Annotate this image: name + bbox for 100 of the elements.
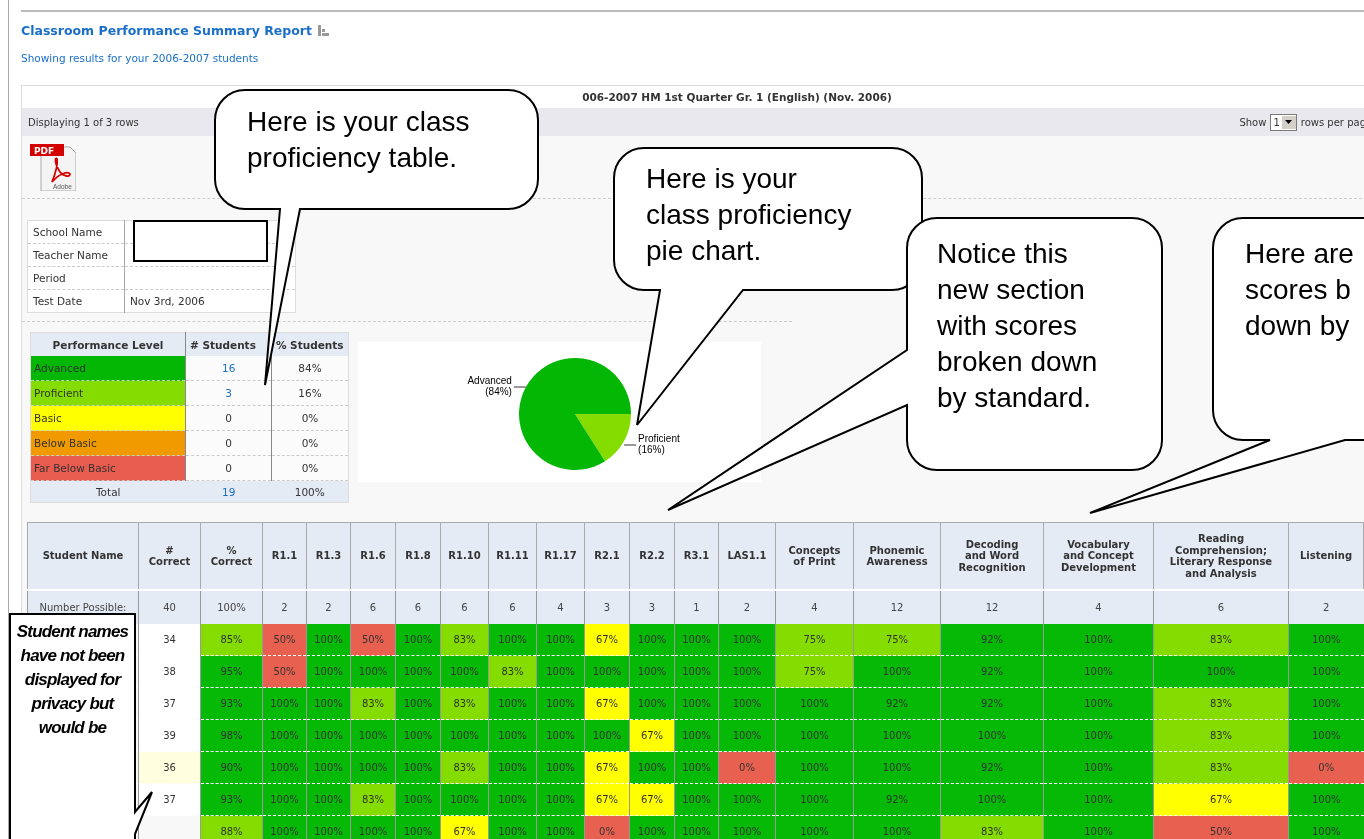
- percent-cell: 0%: [271, 430, 349, 456]
- column-header: Listening: [1288, 522, 1364, 590]
- field-value: Nov 3rd, 2006: [130, 295, 205, 307]
- rows-per-page-select[interactable]: 1: [1270, 113, 1297, 131]
- report-subtitle: Showing results for your 2006-2007 students: [21, 52, 260, 65]
- score-cell: 83%: [440, 624, 489, 656]
- score-cell: 100%: [395, 655, 441, 688]
- score-cell: 50%: [262, 624, 307, 656]
- score-cell: 100%: [536, 655, 585, 688]
- column-header: R2.2: [629, 522, 675, 590]
- score-cell: 100%: [1043, 751, 1154, 784]
- score-cell: 100%: [1043, 687, 1154, 720]
- correct-cell: 38: [138, 655, 201, 688]
- score-cell: 100%: [395, 751, 441, 784]
- possible-cell: 6: [350, 590, 396, 624]
- possible-cell: 1: [674, 590, 719, 624]
- count-cell[interactable]: 16: [185, 356, 272, 381]
- possible-cell: 6: [395, 590, 441, 624]
- score-cell: 100%: [1043, 624, 1154, 656]
- score-cell: 67%: [584, 751, 630, 784]
- score-cell: 100%: [488, 751, 537, 784]
- score-cell: 100%: [536, 783, 585, 816]
- score-cell: 100%: [306, 751, 351, 784]
- score-cell: 100%: [853, 751, 941, 784]
- score-cell: 92%: [940, 687, 1044, 720]
- score-cell: 100%: [718, 687, 776, 720]
- score-cell: 83%: [440, 751, 489, 784]
- score-cell: 100%: [536, 719, 585, 752]
- score-cell: 100%: [718, 783, 776, 816]
- score-cell: 100%: [940, 719, 1044, 752]
- percent-cell: 84%: [271, 356, 349, 381]
- row-count: Displaying 1 of 3 rows: [28, 116, 139, 128]
- column-header: Vocabulary and Concept Development: [1043, 522, 1154, 590]
- score-cell: 83%: [1153, 719, 1289, 752]
- score-cell: 100%: [395, 624, 441, 656]
- column-header: Concepts of Print: [775, 522, 854, 590]
- score-cell: 67%: [629, 719, 675, 752]
- column-header: % Correct: [200, 522, 263, 590]
- score-cell: 100%: [306, 783, 351, 816]
- count-cell[interactable]: 3: [185, 380, 272, 406]
- count-cell: 0: [185, 455, 272, 481]
- possible-cell: 4: [536, 590, 585, 624]
- possible-cell: 2: [262, 590, 307, 624]
- score-cell: 100%: [674, 719, 719, 752]
- score-cell: 100%: [940, 783, 1044, 816]
- score-cell: 100%: [1288, 815, 1364, 839]
- total-label: Total: [30, 480, 186, 503]
- column-header: R3.1: [674, 522, 719, 590]
- column-header: Decoding and Word Recognition: [940, 522, 1044, 590]
- callout-text: Here is your class proficiency table.: [247, 105, 471, 175]
- score-cell: 50%: [350, 624, 396, 656]
- leader-line: [623, 444, 637, 446]
- score-cell: 98%: [200, 719, 263, 752]
- column-header: R1.6: [350, 522, 396, 590]
- score-cell: 92%: [853, 783, 941, 816]
- level-cell: Advanced: [30, 356, 186, 381]
- possible-cell: 100%: [200, 590, 263, 624]
- count-cell[interactable]: 19: [185, 480, 272, 503]
- score-cell: 100%: [306, 719, 351, 752]
- grid-icon[interactable]: [317, 24, 329, 36]
- score-cell: 83%: [1153, 751, 1289, 784]
- score-cell: 93%: [200, 783, 263, 816]
- score-cell: 100%: [718, 719, 776, 752]
- score-cell: 100%: [536, 815, 585, 839]
- callout-text: Student names have not been displayed for privacy but would be: [15, 621, 130, 739]
- score-cell: 100%: [488, 719, 537, 752]
- score-cell: 100%: [1288, 624, 1364, 656]
- score-cell: 100%: [262, 815, 307, 839]
- score-cell: 100%: [629, 751, 675, 784]
- score-cell: 83%: [350, 687, 396, 720]
- report-title: Classroom Performance Summary Report: [21, 22, 312, 38]
- score-cell: 100%: [674, 815, 719, 839]
- score-cell: 100%: [536, 624, 585, 656]
- score-cell: 100%: [350, 815, 396, 839]
- score-cell: 100%: [718, 655, 776, 688]
- score-cell: 85%: [200, 624, 263, 656]
- possible-cell: 12: [853, 590, 941, 624]
- score-cell: 100%: [488, 624, 537, 656]
- score-cell: 100%: [395, 687, 441, 720]
- callout-text: Notice this new section with scores broken down by standard.: [937, 237, 1099, 415]
- score-cell: 100%: [674, 624, 719, 656]
- score-cell: 100%: [584, 719, 630, 752]
- score-cell: 100%: [350, 719, 396, 752]
- field-label: School Name: [27, 220, 125, 244]
- score-cell: 100%: [674, 783, 719, 816]
- score-cell: 100%: [1043, 719, 1154, 752]
- score-cell: 0%: [718, 751, 776, 784]
- score-cell: 100%: [306, 624, 351, 656]
- score-cell: 100%: [1043, 655, 1154, 688]
- score-cell: 50%: [262, 655, 307, 688]
- score-cell: 75%: [775, 624, 854, 656]
- test-title: 006-2007 HM 1st Quarter Gr. 1 (English) (Nov. 2006): [582, 91, 892, 103]
- column-header: R1.1: [262, 522, 307, 590]
- possible-cell: 2: [1288, 590, 1364, 624]
- score-cell: 0%: [584, 815, 630, 839]
- score-cell: 100%: [440, 719, 489, 752]
- score-cell: 92%: [940, 751, 1044, 784]
- possible-cell: 6: [440, 590, 489, 624]
- level-cell: Proficient: [30, 380, 186, 406]
- column-header: Phonemic Awareness: [853, 522, 941, 590]
